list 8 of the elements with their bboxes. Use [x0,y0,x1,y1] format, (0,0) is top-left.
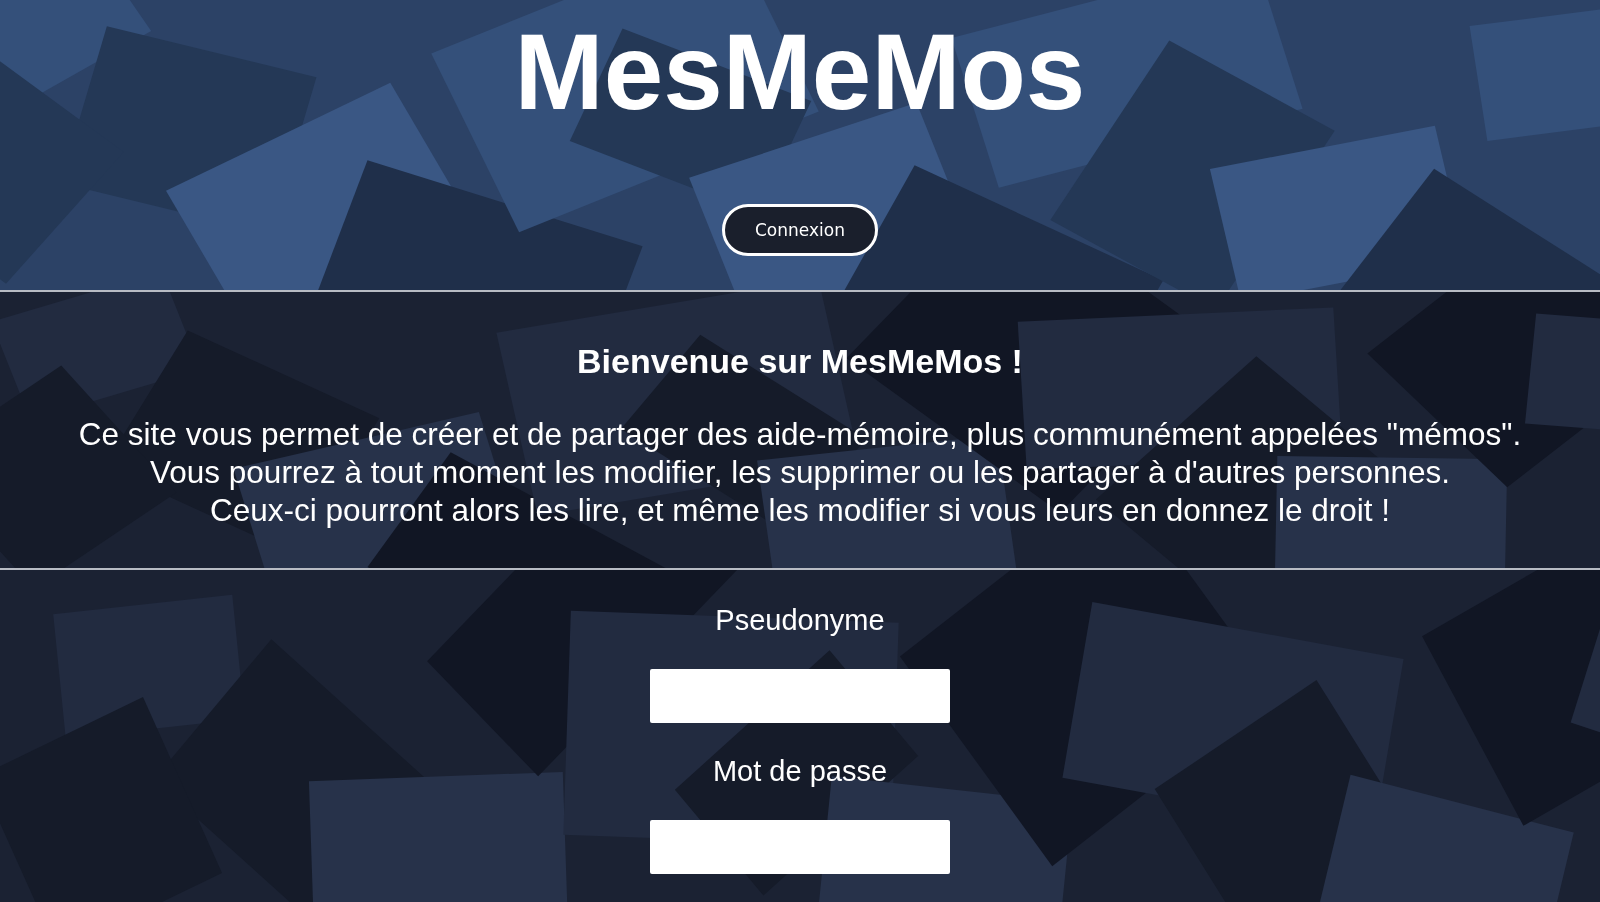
field-label: Mot de passe [712,755,888,788]
field-label: Pseudonyme [715,604,885,637]
site-title: MesMeMos [514,11,1086,134]
input-field[interactable] [650,669,950,723]
intro-paragraph: Ce site vous permet de créer et de partager des aide-mémoire, plus communément appelées "mémos". Vous pourrez à tout moment les modifier, les supprimer ou les partager à d'autres personnes. Ceux-ci pourront alors les lire, et même les modifier si vous leurs en donnez le droit ! [78,415,1522,529]
input-field[interactable] [650,820,950,874]
login-button[interactable]: Connexion [722,204,878,257]
welcome-heading: Bienvenue sur MesMeMos ! [577,342,1023,381]
